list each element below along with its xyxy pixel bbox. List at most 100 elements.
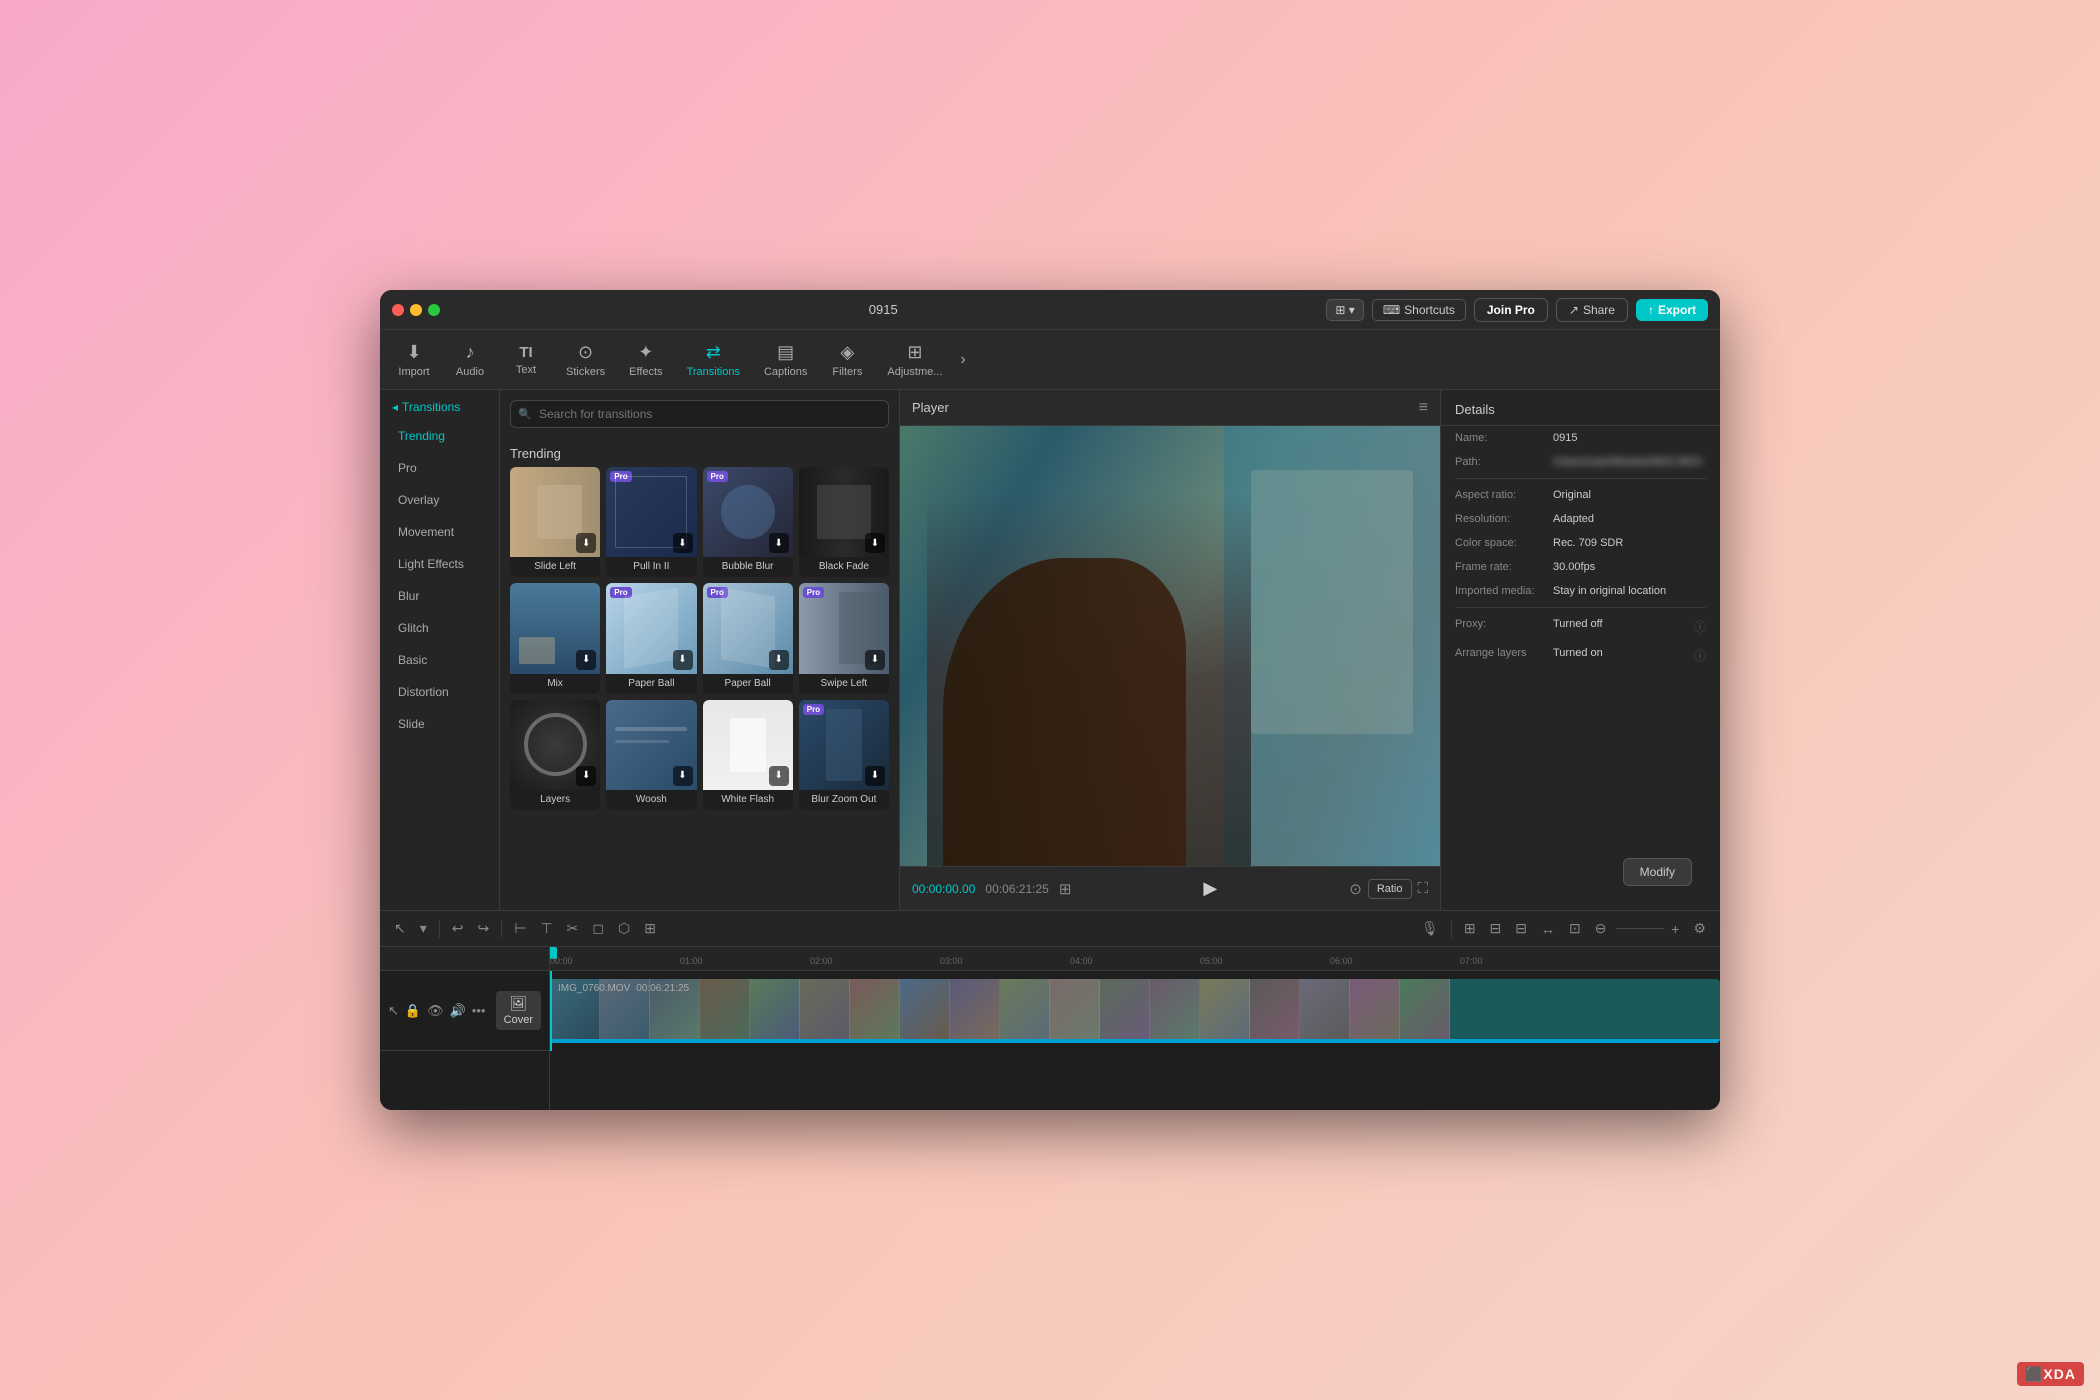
sidebar-item-distortion[interactable]: Distortion [384,677,495,707]
download-icon[interactable]: ⬇ [769,766,789,786]
tool-audio[interactable]: ♪ Audio [444,336,496,384]
player-menu-icon[interactable]: ≡ [1419,399,1428,417]
download-icon[interactable]: ⬇ [576,766,596,786]
maximize-button[interactable] [428,304,440,316]
sidebar-item-movement[interactable]: Movement [384,517,495,547]
download-icon[interactable]: ⬇ [865,766,885,786]
detail-row-resolution: Resolution: Adapted [1441,507,1720,531]
export-button[interactable]: ↑ Export [1636,299,1708,321]
clip-tool[interactable]: ◻ [588,917,608,940]
play-button[interactable]: ▶ [1194,873,1226,905]
transition-card-white-flash[interactable]: ⬇ White Flash [703,700,793,810]
view-toggle-button[interactable]: ⊞ ▾ [1326,299,1363,321]
transition-card-mix[interactable]: ⬇ Mix [510,583,600,693]
transition-card-bubble-blur[interactable]: Pro ⬇ Bubble Blur [703,467,793,577]
crop-icon[interactable]: ⊡ [1565,917,1585,940]
detach-icon[interactable]: ↔ [1537,918,1559,940]
transition-card-layers[interactable]: ⬇ Layers [510,700,600,810]
sidebar-item-pro[interactable]: Pro [384,453,495,483]
settings-icon[interactable]: ⚙ [1689,917,1710,940]
join-pro-button[interactable]: Join Pro [1474,298,1548,322]
download-icon[interactable]: ⬇ [673,766,693,786]
sidebar-item-basic[interactable]: Basic [384,645,495,675]
detail-label: Imported media: [1455,585,1545,597]
download-icon[interactable]: ⬇ [865,533,885,553]
track-headers: ↖ 🔒 👁 🔊 ••• 🖼 Cover [380,947,550,1110]
image-tool[interactable]: ⊞ [640,917,660,940]
mic-icon[interactable]: 🎙 [1417,917,1443,940]
download-icon[interactable]: ⬇ [673,533,693,553]
grid-view-icon[interactable]: ⊞ [1059,880,1072,898]
ratio-button[interactable]: Ratio [1368,879,1412,899]
cut-tool[interactable]: ✂ [563,917,583,940]
proxy-info-icon[interactable]: ⓘ [1694,618,1706,635]
detail-value-name: 0915 [1553,432,1706,444]
zoom-in-icon[interactable]: + [1667,918,1683,940]
shield-tool[interactable]: ⬡ [614,917,634,940]
link-icon[interactable]: ⊟ [1511,917,1531,940]
lock-icon[interactable]: 🔒 [405,1003,421,1019]
sidebar-item-overlay[interactable]: Overlay [384,485,495,515]
download-icon[interactable]: ⬇ [769,533,789,553]
transition-card-paper-ball-2[interactable]: Pro ⬇ Paper Ball [703,583,793,693]
arrow-icon[interactable]: ↖ [388,1003,399,1019]
tool-transitions[interactable]: ⇄ Transitions [677,336,750,384]
search-input[interactable] [510,400,889,428]
sidebar-item-trending[interactable]: Trending [384,421,495,451]
magnet-icon[interactable]: ⊞ [1460,917,1480,940]
download-icon[interactable]: ⬇ [576,533,596,553]
transition-card-blur-zoom-out[interactable]: Pro ⬇ Blur Zoom Out [799,700,889,810]
download-icon[interactable]: ⬇ [576,650,596,670]
modify-button[interactable]: Modify [1623,858,1692,886]
toolbar: ⬇ Import ♪ Audio TI Text ⊙ Stickers ✦ Ef… [380,330,1720,390]
eye-icon[interactable]: 👁 [427,1003,444,1019]
close-button[interactable] [392,304,404,316]
download-icon[interactable]: ⬇ [865,650,885,670]
tool-stickers[interactable]: ⊙ Stickers [556,336,615,384]
timeline-body: ↖ 🔒 👁 🔊 ••• 🖼 Cover [380,947,1720,1110]
redo-button[interactable]: ↪ [474,917,494,940]
trim-tool[interactable]: ⊢ [510,917,530,940]
target-icon[interactable]: ⊙ [1349,880,1362,898]
volume-icon[interactable]: 🔊 [450,1003,466,1019]
tool-text[interactable]: TI Text [500,338,552,382]
clip-speed-icon[interactable]: ⊟ [1486,917,1506,940]
transition-card-swipe-left[interactable]: Pro ⬇ Swipe Left [799,583,889,693]
zoom-out-icon[interactable]: ⊖ [1591,917,1611,940]
detail-row-color: Color space: Rec. 709 SDR [1441,531,1720,555]
transition-card-black-fade[interactable]: ⬇ Black Fade [799,467,889,577]
transition-card-pull-in[interactable]: Pro ⬇ Pull In II [606,467,696,577]
sidebar-item-slide[interactable]: Slide [384,709,495,739]
tool-effects[interactable]: ✦ Effects [619,336,672,384]
download-icon[interactable]: ⬇ [769,650,789,670]
arrange-info-icon[interactable]: ⓘ [1694,647,1706,664]
undo-button[interactable]: ↩ [448,917,468,940]
detail-value-imported: Stay in original location [1553,585,1706,597]
tool-adjustments[interactable]: ⊞ Adjustme... [877,336,952,384]
filmstrip-frame [1050,979,1100,1043]
sidebar-item-light-effects[interactable]: Light Effects [384,549,495,579]
player-title: Player [912,400,1411,415]
transition-card-woosh[interactable]: ⬇ Woosh [606,700,696,810]
share-button[interactable]: ↗ Share [1556,298,1628,322]
select-tool[interactable]: ↖ [390,917,410,940]
video-track[interactable]: IMG_0760.MOV 00:06:21:25 [550,979,1720,1043]
cover-button[interactable]: 🖼 Cover [496,991,541,1030]
fullscreen-icon[interactable]: ⛶ [1418,880,1429,897]
download-icon[interactable]: ⬇ [673,650,693,670]
transition-card-paper-ball-1[interactable]: Pro ⬇ Paper Ball [606,583,696,693]
tool-captions[interactable]: ▤ Captions [754,336,817,384]
minimize-button[interactable] [410,304,422,316]
sidebar-item-glitch[interactable]: Glitch [384,613,495,643]
tool-filters[interactable]: ◈ Filters [821,336,873,384]
shortcuts-button[interactable]: ⌨ Shortcuts [1372,299,1466,321]
more-icon[interactable]: ••• [472,1003,486,1018]
main-area: ◂ Transitions Trending Pro Overlay Movem… [380,390,1720,910]
arrow-down-icon[interactable]: ▾ [416,917,431,940]
sidebar-item-blur[interactable]: Blur [384,581,495,611]
tool-import[interactable]: ⬇ Import [388,336,440,384]
split-tool[interactable]: ⊤ [536,917,556,940]
filters-icon: ◈ [840,342,854,363]
transition-card-slide-left[interactable]: ⬇ Slide Left [510,467,600,577]
more-tools-button[interactable]: › [956,347,969,373]
